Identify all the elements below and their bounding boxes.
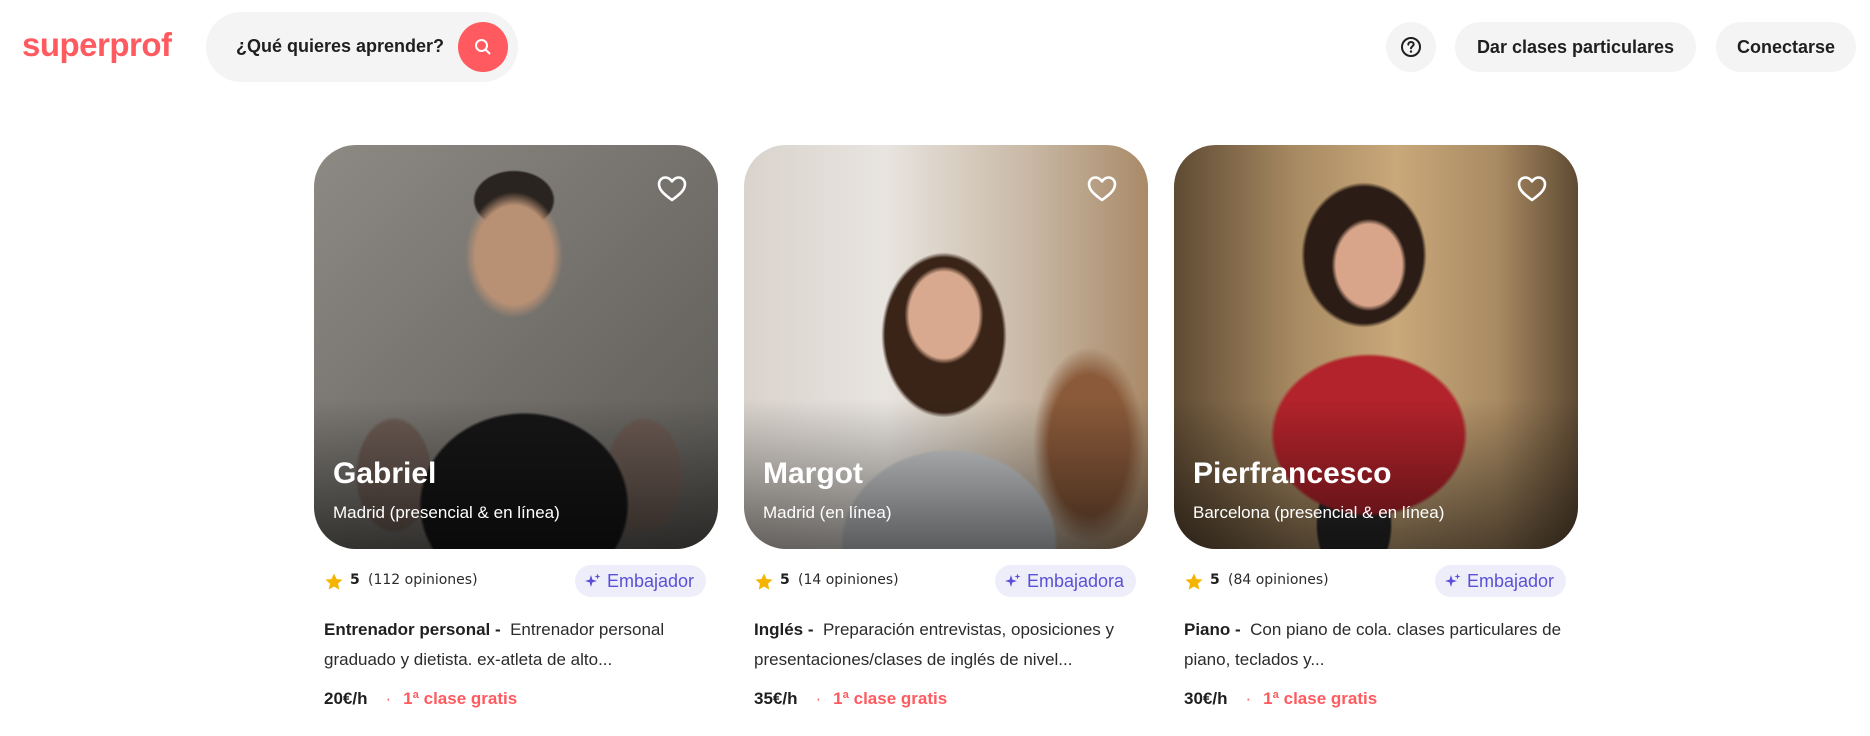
tutor-photo[interactable]: Pierfrancesco Barcelona (presencial & en… [1174, 145, 1578, 549]
ambassador-badge: Embajadora [994, 565, 1136, 597]
badge-label: Embajador [606, 570, 694, 591]
star-icon [325, 573, 343, 590]
separator-dot: · [385, 689, 392, 708]
tutor-location: Barcelona (presencial & en línea) [1193, 503, 1445, 522]
tutor-name: Pierfrancesco [1193, 457, 1392, 490]
tutor-photo[interactable]: Gabriel Madrid (presencial & en línea) [314, 145, 718, 549]
favorite-heart-icon[interactable] [1086, 173, 1118, 205]
search-bar[interactable]: ¿Qué quieres aprender? [206, 12, 518, 82]
tutor-location: Madrid (en línea) [763, 503, 892, 522]
tutor-card[interactable]: Margot Madrid (en línea) 5 (14 opiniones… [744, 145, 1148, 709]
tutor-card[interactable]: Pierfrancesco Barcelona (presencial & en… [1174, 145, 1578, 709]
search-icon [475, 39, 491, 55]
search-input[interactable]: ¿Qué quieres aprender? [236, 36, 444, 57]
tutor-location: Madrid (presencial & en línea) [333, 503, 560, 522]
sparkle-icon [584, 573, 601, 587]
rating-value: 5 [780, 572, 790, 588]
help-button[interactable] [1386, 22, 1436, 72]
superprof-logo[interactable]: superprof [22, 26, 172, 64]
ambassador-badge: Embajador [1434, 565, 1566, 597]
teach-classes-button[interactable]: Dar clases particulares [1455, 22, 1696, 72]
tutor-price: 35€/h [754, 689, 798, 708]
badge-label: Embajadora [1026, 570, 1124, 591]
tutor-description[interactable]: Entrenador personal - Entrenador persona… [324, 615, 708, 675]
tutor-price: 30€/h [1184, 689, 1228, 708]
sparkle-icon [1444, 573, 1461, 587]
ambassador-badge: Embajador [574, 565, 706, 597]
search-button[interactable] [458, 22, 508, 72]
login-button[interactable]: Conectarse [1716, 22, 1856, 72]
rating-value: 5 [350, 572, 360, 588]
sparkle-icon [1004, 573, 1021, 587]
reviews-count[interactable]: (14 opiniones) [798, 572, 899, 588]
tutor-subject: Entrenador personal - [324, 620, 501, 639]
free-class-label: 1ª clase gratis [833, 689, 948, 708]
tutor-price: 20€/h [324, 689, 368, 708]
tutor-name: Margot [763, 457, 863, 490]
free-class-label: 1ª clase gratis [403, 689, 518, 708]
favorite-heart-icon[interactable] [1516, 173, 1548, 205]
tutor-photo[interactable]: Margot Madrid (en línea) [744, 145, 1148, 549]
tutor-description[interactable]: Inglés - Preparación entrevistas, oposic… [754, 615, 1138, 675]
help-circle-icon [1401, 37, 1421, 57]
star-icon [1185, 573, 1203, 590]
tutor-card[interactable]: Gabriel Madrid (presencial & en línea) 5… [314, 145, 718, 709]
star-icon [755, 573, 773, 590]
free-class-label: 1ª clase gratis [1263, 689, 1378, 708]
tutor-subject: Inglés - [754, 620, 814, 639]
badge-label: Embajador [1466, 570, 1554, 591]
tutor-description[interactable]: Piano - Con piano de cola. clases partic… [1184, 615, 1568, 675]
separator-dot: · [815, 689, 822, 708]
rating-value: 5 [1210, 572, 1220, 588]
tutor-subject: Piano - [1184, 620, 1241, 639]
reviews-count[interactable]: (84 opiniones) [1228, 572, 1329, 588]
tutor-name: Gabriel [333, 457, 437, 490]
reviews-count[interactable]: (112 opiniones) [368, 572, 478, 588]
favorite-heart-icon[interactable] [656, 173, 688, 205]
separator-dot: · [1245, 689, 1252, 708]
tutor-description-text: Con piano de cola. clases particulares d… [1184, 620, 1562, 669]
